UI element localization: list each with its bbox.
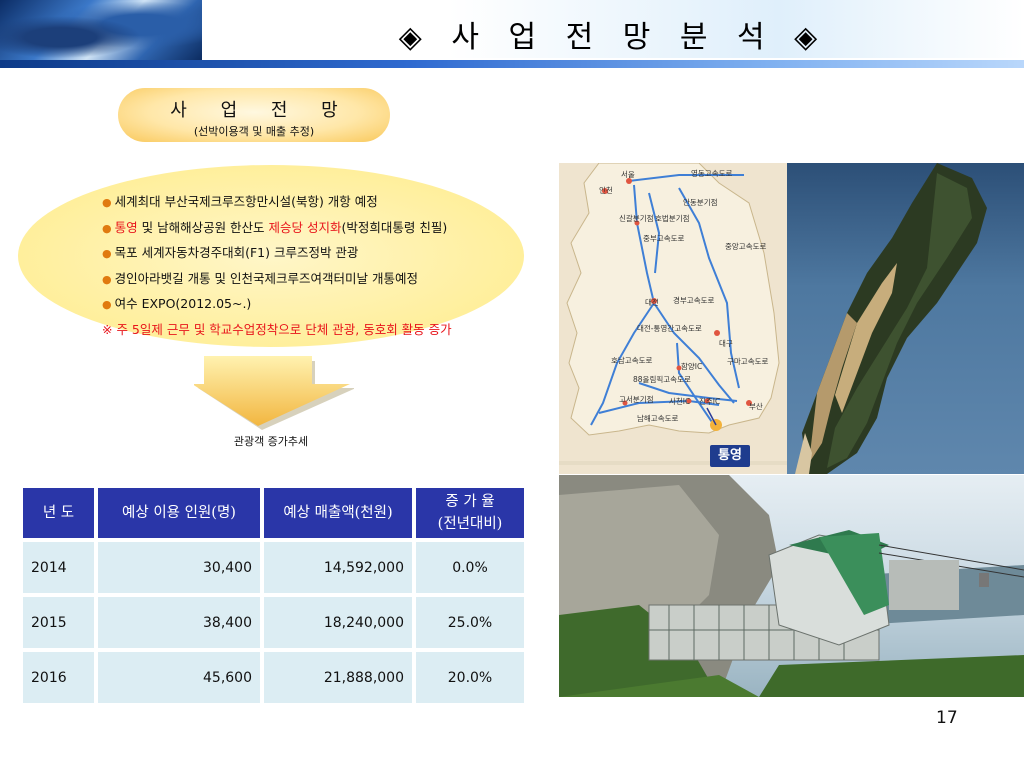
map-label: 신갈분기점 <box>619 214 654 223</box>
map-label: 남해고속도로 <box>637 414 679 423</box>
map-label: 함양IC <box>681 362 703 371</box>
section-heading-pill: 사 업 전 망 (선박이용객 및 매출 추정) <box>118 88 390 142</box>
bullet-dot-icon: ● <box>102 272 112 286</box>
map-label: 대전 <box>645 298 659 307</box>
table-header-row: 년 도 예상 이용 인원(명) 예상 매출액(천원) 증 가 율 (전년대비) <box>23 488 524 538</box>
cell-rate: 25.0% <box>416 597 524 648</box>
cell-year: 2015 <box>23 597 94 648</box>
page-number: 17 <box>936 708 958 728</box>
tongyeong-badge: 통영 <box>710 445 750 467</box>
cell-visitors: 38,400 <box>98 597 260 648</box>
island-aerial-photo <box>787 163 1024 474</box>
map-label: 사천IC <box>669 397 691 406</box>
bullet-item: ● 여수 EXPO(2012.05~.) <box>102 296 252 311</box>
map-label: 고서분기점 <box>619 395 654 404</box>
map-label: 진주IC <box>699 397 721 406</box>
bullet-item: ● 목포 세계자동차경주대회(F1) 크루즈정박 관광 <box>102 245 359 260</box>
bullet-item: ● 통영 및 남해해상공원 한산도 제승당 성지화(박정희대통령 친필) <box>102 219 448 235</box>
header-year: 년 도 <box>23 488 94 538</box>
header-stripe <box>0 60 1024 68</box>
cable-car-drawing <box>559 475 1024 697</box>
cell-visitors: 30,400 <box>98 542 260 593</box>
bullet-list: ● 세계최대 부산국제크루즈항만시설(북항) 개항 예정 ● 통영 및 남해해상공원… <box>102 190 452 342</box>
map-label: 호법분기점 <box>655 214 690 223</box>
island-drawing <box>795 163 987 474</box>
header-aerial-photo <box>0 0 202 62</box>
page-title: ◈ 사 업 전 망 분 석 ◈ <box>398 20 828 55</box>
map-label: 중부고속도로 <box>643 234 685 243</box>
note-line: ※ 주 5일제 근무 및 학교수업정착으로 단체 관광, 동호회 활동 증가 <box>102 321 452 337</box>
map-label: 대전-통영간고속도로 <box>637 324 702 333</box>
map-label: 구마고속도로 <box>727 357 769 366</box>
bullet-dot-icon: ● <box>102 221 112 235</box>
header-visitors: 예상 이용 인원(명) <box>98 488 260 538</box>
map-label: 88올림픽고속도로 <box>633 375 691 384</box>
cell-rate: 0.0% <box>416 542 524 593</box>
header-revenue: 예상 매출액(천원) <box>264 488 412 538</box>
map-label: 경부고속도로 <box>673 296 715 305</box>
section-title: 사 업 전 망 <box>170 100 352 121</box>
map-label: 부산 <box>749 402 763 411</box>
map-label: 대구 <box>719 339 733 348</box>
cable-car-station-photo <box>559 475 1024 697</box>
cell-revenue: 21,888,000 <box>264 652 412 703</box>
table-row: 2016 45,600 21,888,000 20.0% <box>23 652 524 703</box>
map-label: 영동고속도로 <box>691 169 733 178</box>
map-label: 중앙고속도로 <box>725 242 767 251</box>
arrow-caption: 관광객 증가추세 <box>233 435 309 448</box>
forecast-table: 년 도 예상 이용 인원(명) 예상 매출액(천원) 증 가 율 (전년대비) 2… <box>19 484 528 707</box>
cell-year: 2016 <box>23 652 94 703</box>
map-label: 안동분기점 <box>683 198 718 207</box>
highway-map: 서울 영동고속도로 인천 안동분기점 신갈분기점 호법분기점 중부고속도로 중앙… <box>559 163 787 474</box>
cell-year: 2014 <box>23 542 94 593</box>
section-subtitle: (선박이용객 및 매출 추정) <box>193 125 315 138</box>
map-label: 호남고속도로 <box>611 356 653 365</box>
table-row: 2015 38,400 18,240,000 25.0% <box>23 597 524 648</box>
header-growth-rate: 증 가 율 (전년대비) <box>416 488 524 538</box>
table-row: 2014 30,400 14,592,000 0.0% <box>23 542 524 593</box>
bullet-item: ● 세계최대 부산국제크루즈항만시설(북항) 개항 예정 <box>102 194 378 209</box>
cell-visitors: 45,600 <box>98 652 260 703</box>
down-arrow-icon <box>194 356 354 430</box>
bullet-dot-icon: ● <box>102 298 112 311</box>
bullet-dot-icon: ● <box>102 247 112 260</box>
cell-revenue: 14,592,000 <box>264 542 412 593</box>
map-label: 서울 <box>621 170 635 179</box>
map-drawing <box>559 163 787 465</box>
map-label: 인천 <box>599 186 613 195</box>
bullet-dot-icon: ● <box>102 196 112 209</box>
cell-rate: 20.0% <box>416 652 524 703</box>
cell-revenue: 18,240,000 <box>264 597 412 648</box>
bullet-item: ● 경인아라뱃길 개통 및 인천국제크루즈여객터미날 개통예정 <box>102 270 419 286</box>
